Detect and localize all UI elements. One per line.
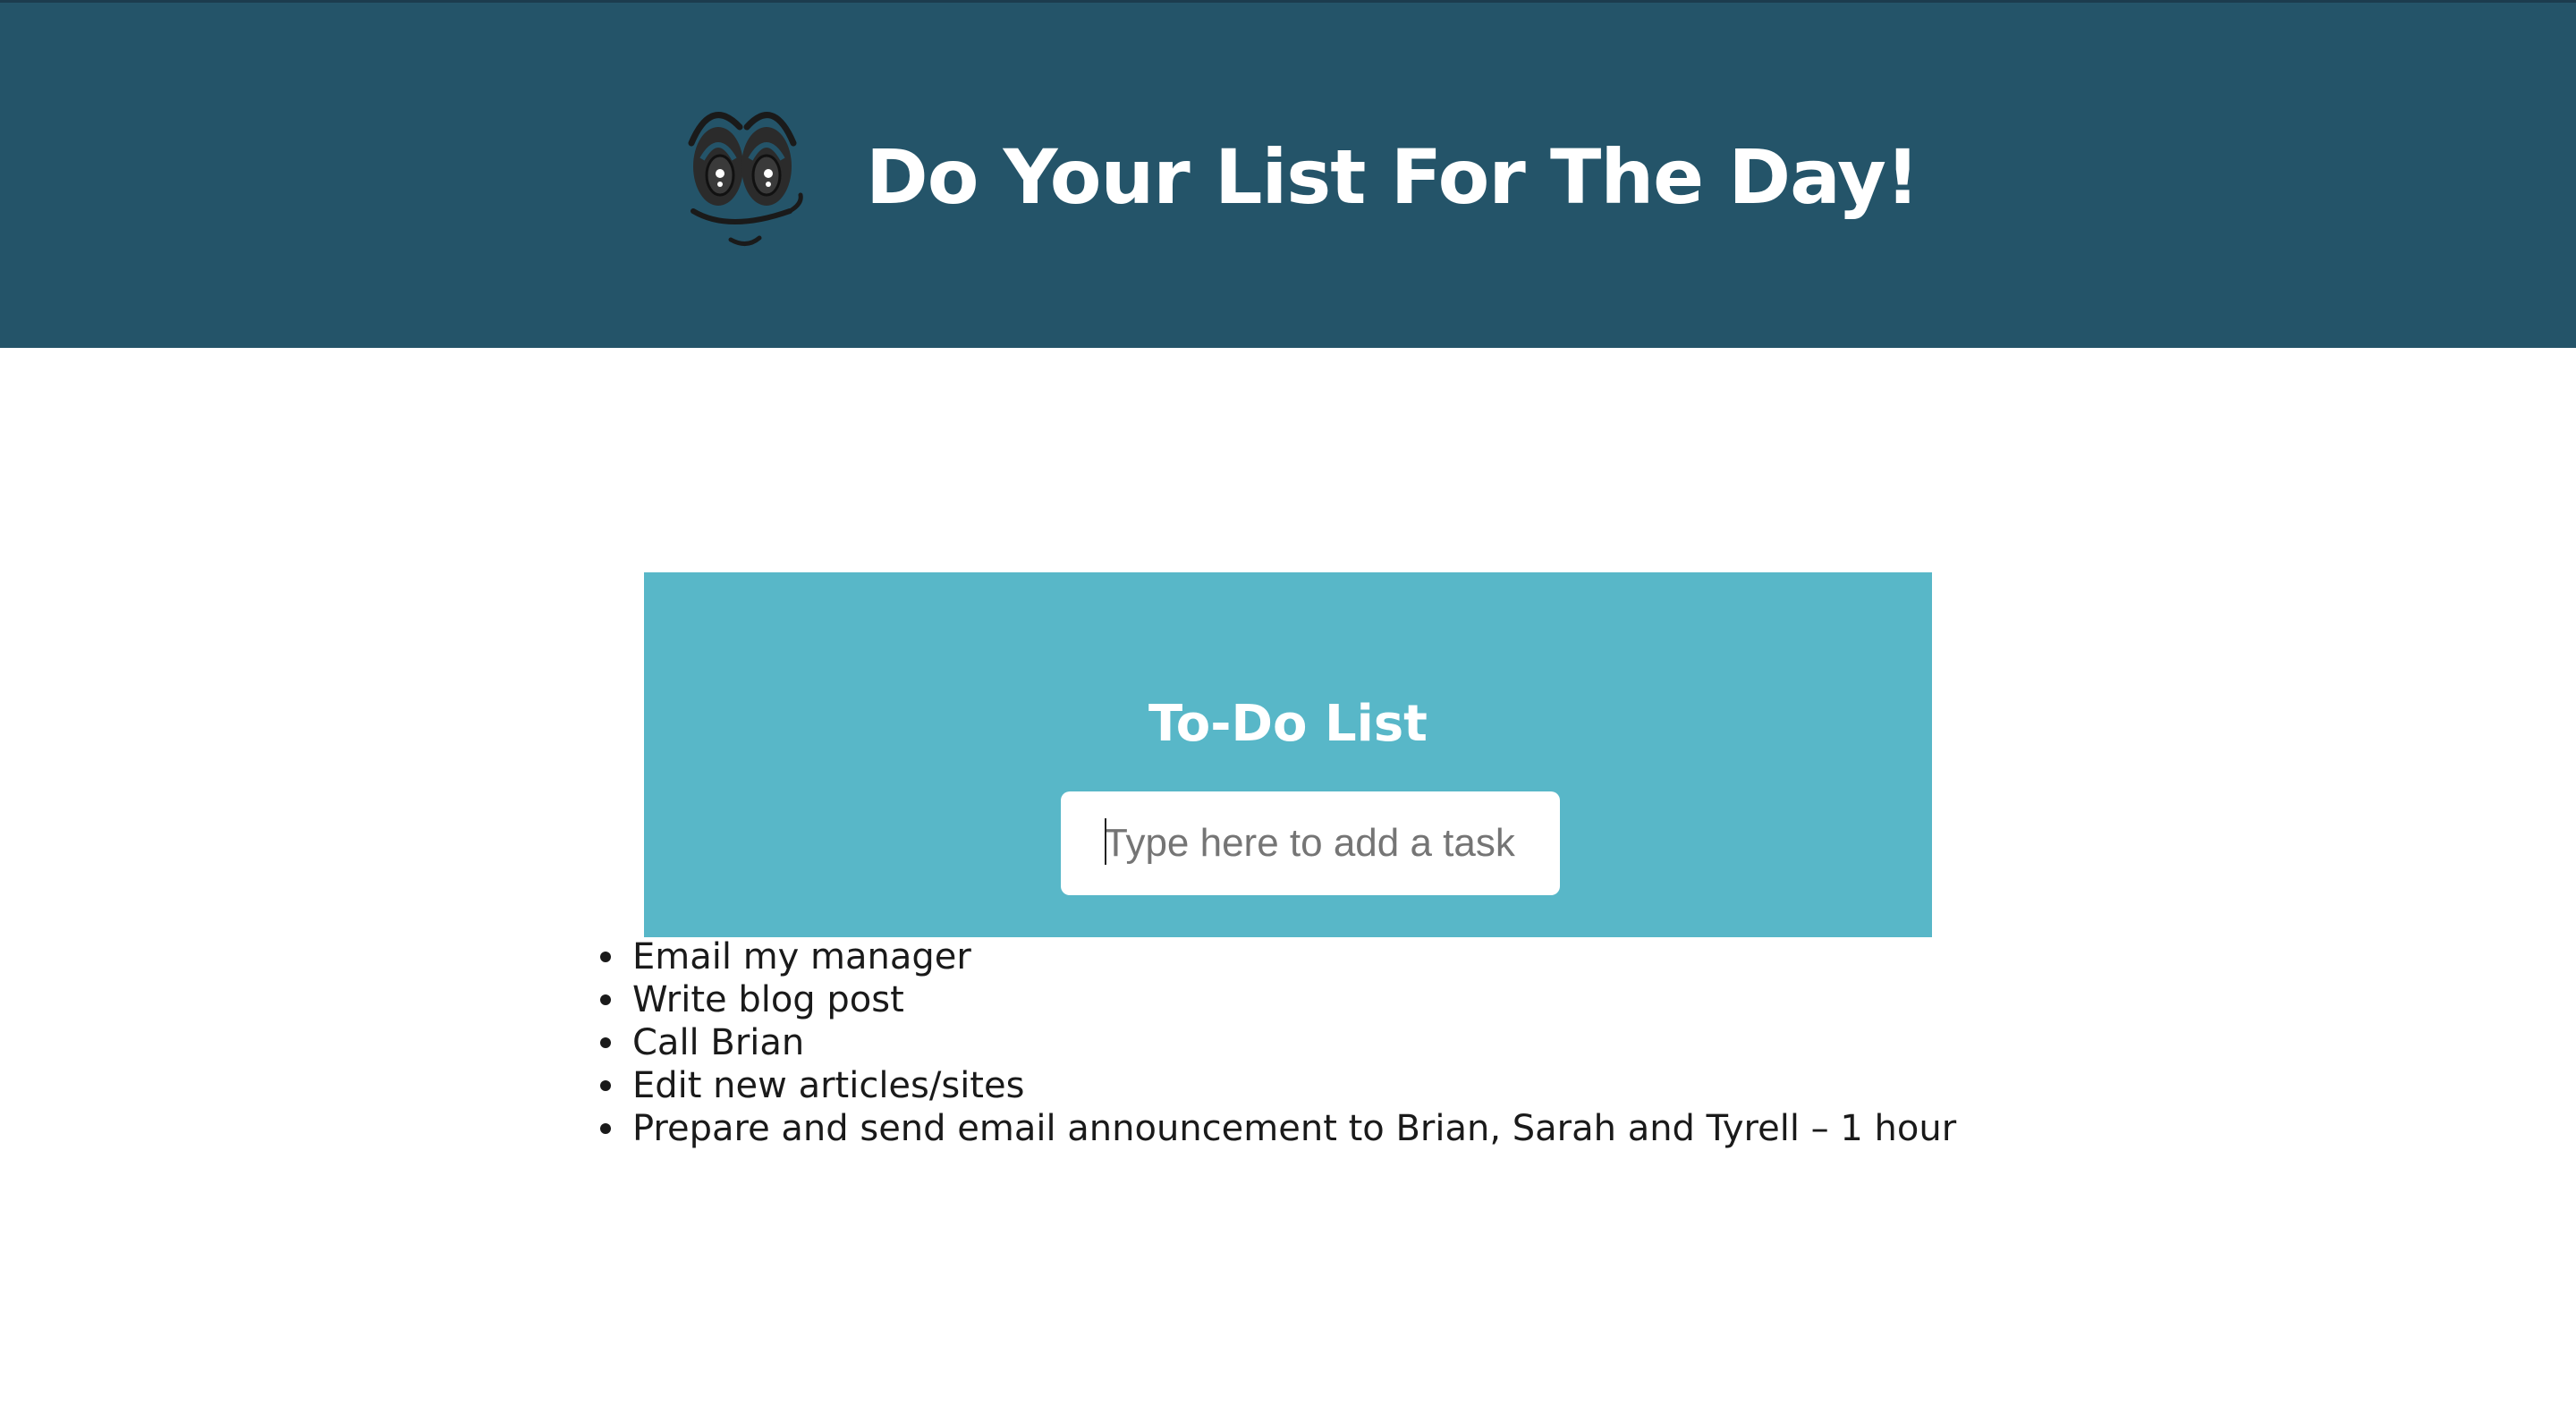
- page-header: Do Your List For The Day!: [0, 0, 2576, 348]
- text-caret: [1105, 818, 1106, 865]
- task-item[interactable]: Email my manager: [600, 935, 1956, 978]
- todo-card-title: To-Do List: [1148, 695, 1428, 753]
- page-title: Do Your List For The Day!: [866, 133, 1919, 221]
- task-item[interactable]: Call Brian: [600, 1021, 1956, 1064]
- task-text: Write blog post: [632, 979, 904, 1020]
- add-task-input[interactable]: [1061, 791, 1560, 895]
- task-item[interactable]: Write blog post: [600, 978, 1956, 1021]
- todo-card: To-Do List: [644, 572, 1932, 937]
- task-item[interactable]: Prepare and send email announcement to B…: [600, 1107, 1957, 1150]
- bullet-icon: [600, 1123, 611, 1134]
- task-text: Prepare and send email announcement to B…: [632, 1108, 1957, 1149]
- task-list: Email my manager Write blog post Call Br…: [600, 935, 1957, 1150]
- task-text: Call Brian: [632, 1022, 805, 1063]
- task-text: Edit new articles/sites: [632, 1065, 1025, 1106]
- bullet-icon: [600, 1080, 611, 1091]
- task-text: Email my manager: [632, 936, 971, 977]
- task-item[interactable]: Edit new articles/sites: [600, 1064, 1956, 1107]
- smiley-face-icon: [684, 97, 817, 258]
- bullet-icon: [600, 994, 611, 1005]
- bullet-icon: [600, 1037, 611, 1048]
- bullet-icon: [600, 952, 611, 962]
